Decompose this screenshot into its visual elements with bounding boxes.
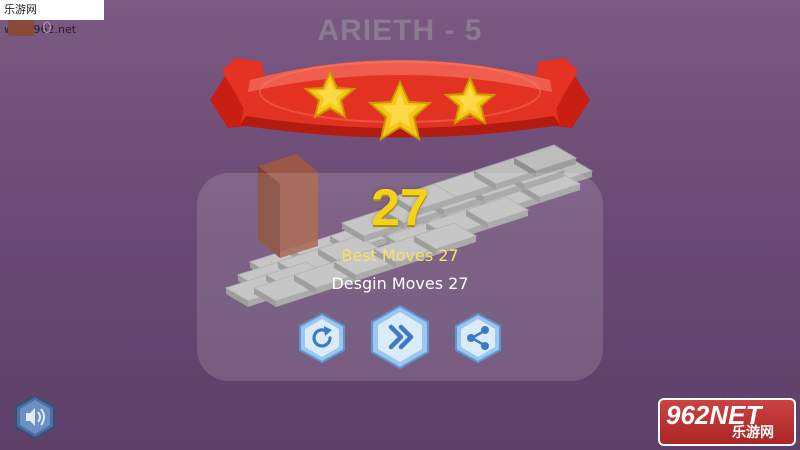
brand-logo-subtext: 乐游网	[732, 425, 774, 441]
restart-button[interactable]	[298, 312, 346, 368]
next-level-button[interactable]	[370, 304, 430, 374]
sound-button[interactable]	[14, 394, 56, 444]
level-title: ARIETH - 5	[317, 14, 483, 47]
best-moves-label: Best Moves 27	[341, 246, 459, 265]
brand-logo: 962NET 乐游网	[658, 398, 796, 446]
share-button[interactable]	[454, 312, 502, 368]
score-value: 27	[371, 179, 429, 237]
design-moves-label: Desgin Moves 27	[331, 274, 469, 293]
